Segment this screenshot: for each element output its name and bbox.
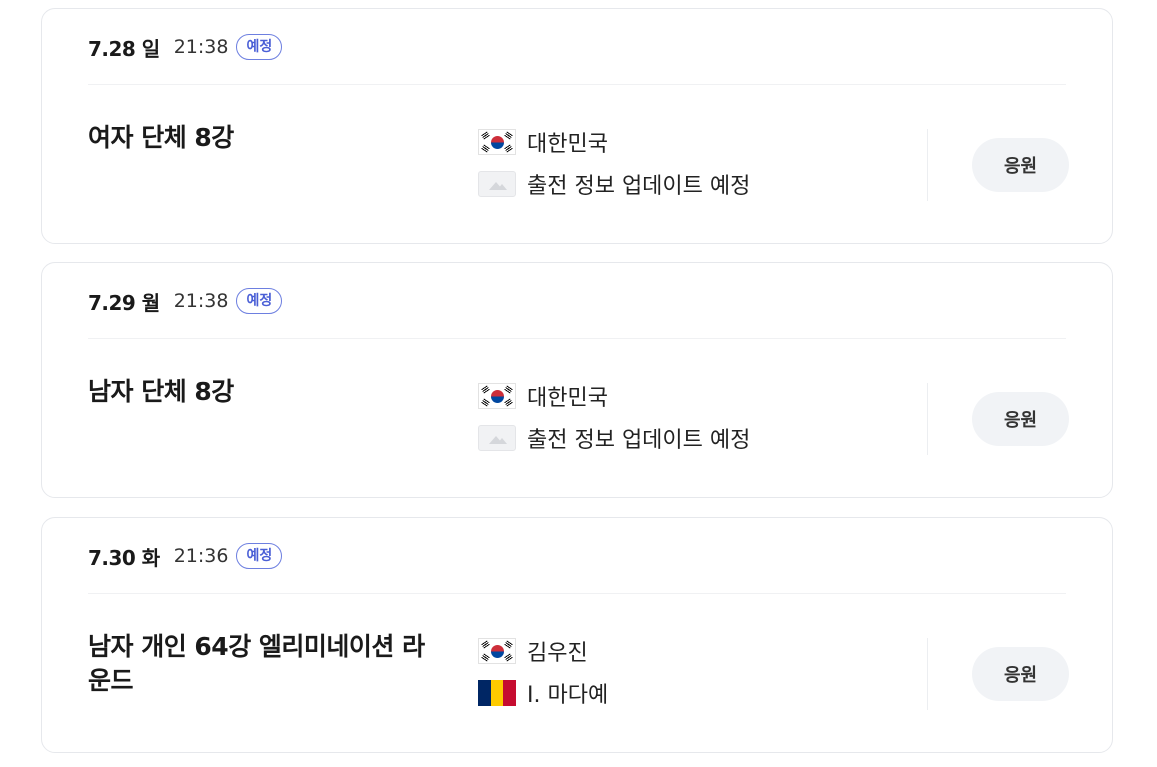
korea-flag-icon [478,638,516,664]
participant-row: 출전 정보 업데이트 예정 [478,417,750,459]
status-badge: 예정 [236,543,283,569]
participant-row: I. 마다예 [478,672,608,714]
match-time: 21:38 [173,36,229,58]
participant-name: 김우진 [527,641,588,666]
participant-row: 출전 정보 업데이트 예정 [478,163,750,205]
participants: 대한민국 출전 정보 업데이트 예정 [478,121,750,205]
korea-flag-icon [478,129,516,155]
event-title: 남자 단체 8강 [88,377,234,406]
korea-flag-icon [478,383,516,409]
match-schedule-list: 7.28 일 21:38 예정 여자 단체 8강 대한민국 출전 정보 업데이트… [0,0,1157,767]
cheer-button[interactable]: 응원 [972,138,1069,192]
participant-row: 대한민국 [478,121,750,163]
placeholder-image-icon [478,171,516,197]
vertical-divider [927,638,928,710]
participants: 김우진 I. 마다예 [478,630,608,714]
match-header: 7.29 월 21:38 예정 [88,287,283,315]
status-badge: 예정 [236,288,283,314]
match-date: 7.28 일 [88,36,160,61]
chad-flag-icon [478,680,516,706]
participant-name: 출전 정보 업데이트 예정 [527,174,751,199]
participant-name: 대한민국 [527,132,608,157]
event-title: 여자 단체 8강 [88,123,234,152]
participant-name: I. 마다예 [527,683,609,708]
participant-row: 대한민국 [478,375,750,417]
cheer-button[interactable]: 응원 [972,392,1069,446]
match-card: 7.30 화 21:36 예정 남자 개인 64강 엘리미네이션 라운드 김우진 [41,517,1113,753]
cheer-button[interactable]: 응원 [972,647,1069,701]
participants: 대한민국 출전 정보 업데이트 예정 [478,375,750,459]
match-header: 7.28 일 21:38 예정 [88,33,283,61]
divider [88,338,1066,339]
match-date: 7.29 월 [88,290,160,315]
event-title: 남자 개인 64강 엘리미네이션 라운드 [88,632,425,695]
match-date: 7.30 화 [88,545,160,570]
match-time: 21:38 [173,290,229,312]
match-time: 21:36 [173,545,229,567]
participant-name: 대한민국 [527,386,608,411]
match-card: 7.28 일 21:38 예정 여자 단체 8강 대한민국 출전 정보 업데이트… [41,8,1113,244]
vertical-divider [927,129,928,201]
participant-row: 김우진 [478,630,608,672]
vertical-divider [927,383,928,455]
divider [88,84,1066,85]
status-badge: 예정 [236,34,283,60]
participant-name: 출전 정보 업데이트 예정 [527,428,751,453]
match-card: 7.29 월 21:38 예정 남자 단체 8강 대한민국 출전 정보 업데이트… [41,262,1113,498]
divider [88,593,1066,594]
placeholder-image-icon [478,425,516,451]
match-header: 7.30 화 21:36 예정 [88,542,283,570]
